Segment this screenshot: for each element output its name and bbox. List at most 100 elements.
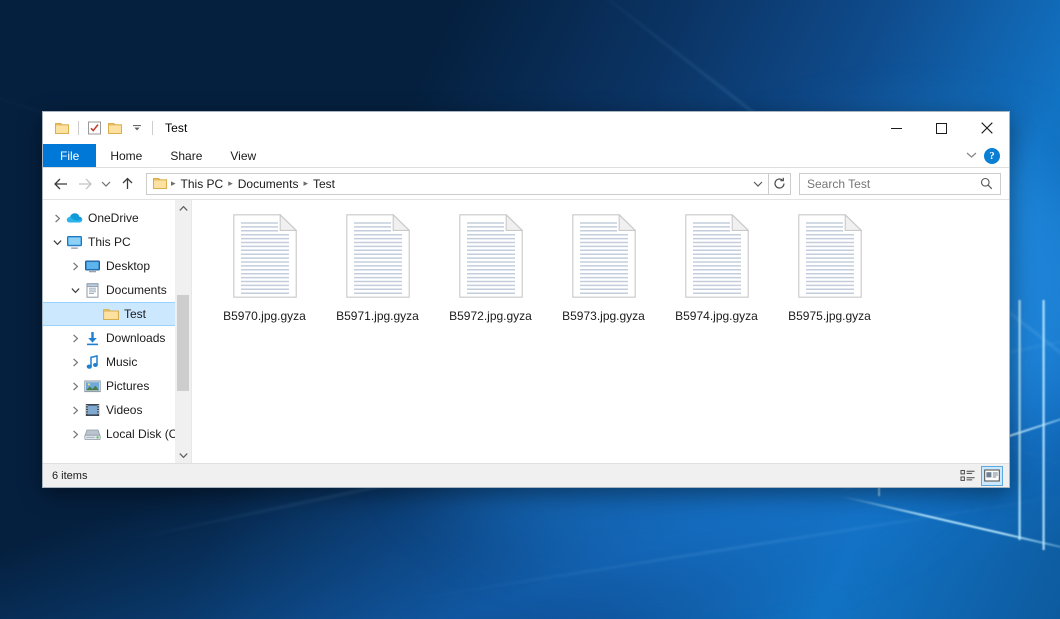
- minimize-button[interactable]: [874, 112, 919, 144]
- breadcrumb[interactable]: ▸ This PC ▸ Documents ▸ Test: [146, 173, 769, 195]
- customize-chevron-icon[interactable]: [126, 118, 147, 139]
- title-separator: [152, 121, 153, 135]
- sidebar-item-label: Desktop: [106, 259, 150, 273]
- generic-file-icon[interactable]: [570, 212, 638, 303]
- toolbar-separator: [78, 121, 79, 135]
- chevron-right-icon[interactable]: [67, 406, 83, 415]
- search-icon[interactable]: [977, 177, 996, 190]
- item-count-label: 6 items: [52, 470, 87, 482]
- chevron-right-icon[interactable]: [67, 382, 83, 391]
- file-item[interactable]: B5973.jpg.gyza: [547, 208, 660, 329]
- wallpaper-logo-line-4: [1018, 300, 1021, 540]
- sidebar-item-videos[interactable]: Videos: [43, 398, 191, 422]
- help-icon[interactable]: ?: [984, 148, 1000, 164]
- file-item[interactable]: B5972.jpg.gyza: [434, 208, 547, 329]
- file-name-label: B5972.jpg.gyza: [449, 309, 532, 323]
- scrollbar-thumb[interactable]: [177, 295, 189, 391]
- sidebar-item-label: Videos: [106, 403, 142, 417]
- navigation-tree: OneDrive This PC Desktop Documents Test Downl…: [43, 200, 191, 446]
- picture-icon: [83, 380, 102, 393]
- sidebar-item-downloads[interactable]: Downloads: [43, 326, 191, 350]
- sidebar-item-label: This PC: [88, 235, 131, 249]
- address-bar-row: ▸ This PC ▸ Documents ▸ Test: [43, 168, 1009, 199]
- sidebar-item-test[interactable]: Test: [43, 302, 191, 326]
- chevron-right-icon[interactable]: [49, 214, 65, 223]
- file-name-label: B5973.jpg.gyza: [562, 309, 645, 323]
- desktop-icon: [83, 259, 102, 273]
- ribbon-tab-strip: File Home Share View ?: [43, 144, 1009, 168]
- chevron-right-icon[interactable]: [67, 262, 83, 271]
- file-item[interactable]: B5970.jpg.gyza: [208, 208, 321, 329]
- folder-icon[interactable]: [52, 118, 73, 139]
- generic-file-icon[interactable]: [457, 212, 525, 303]
- file-name-label: B5974.jpg.gyza: [675, 309, 758, 323]
- tab-file[interactable]: File: [43, 144, 96, 167]
- wallpaper-logo-line-2: [840, 495, 1060, 551]
- chevron-right-icon[interactable]: [67, 430, 83, 439]
- file-item[interactable]: B5971.jpg.gyza: [321, 208, 434, 329]
- search-input[interactable]: [807, 177, 977, 191]
- breadcrumb-path: ▸ This PC ▸ Documents ▸ Test: [170, 177, 749, 191]
- new-folder-icon[interactable]: [105, 118, 126, 139]
- search-box[interactable]: [799, 173, 1001, 195]
- tab-share[interactable]: Share: [156, 144, 216, 167]
- music-icon: [83, 355, 102, 370]
- folder-icon: [101, 308, 120, 321]
- file-item[interactable]: B5975.jpg.gyza: [773, 208, 886, 329]
- video-icon: [83, 403, 102, 417]
- sidebar-item-documents[interactable]: Documents: [43, 278, 191, 302]
- generic-file-icon[interactable]: [344, 212, 412, 303]
- ribbon-right-controls: ?: [966, 144, 1005, 168]
- file-name-label: B5971.jpg.gyza: [336, 309, 419, 323]
- sidebar-item-label: Documents: [106, 283, 167, 297]
- details-view-button[interactable]: [957, 466, 979, 486]
- sidebar-item-this-pc[interactable]: This PC: [43, 230, 191, 254]
- chevron-down-icon[interactable]: [966, 151, 977, 162]
- sidebar-item-onedrive[interactable]: OneDrive: [43, 206, 191, 230]
- tab-view[interactable]: View: [216, 144, 270, 167]
- refresh-button[interactable]: [769, 173, 791, 195]
- sidebar-item-music[interactable]: Music: [43, 350, 191, 374]
- sidebar-item-label: Test: [124, 307, 146, 321]
- large-icons-view-button[interactable]: [981, 466, 1003, 486]
- scroll-up-button[interactable]: [175, 200, 191, 216]
- document-icon: [83, 283, 102, 298]
- title-bar: Test: [43, 112, 1009, 144]
- window-title: Test: [165, 121, 187, 135]
- breadcrumb-item-test[interactable]: Test: [309, 177, 339, 191]
- file-item[interactable]: B5974.jpg.gyza: [660, 208, 773, 329]
- back-button[interactable]: [49, 172, 73, 196]
- breadcrumb-item-documents[interactable]: Documents: [234, 177, 303, 191]
- sidebar-item-pictures[interactable]: Pictures: [43, 374, 191, 398]
- maximize-button[interactable]: [919, 112, 964, 144]
- cloud-icon: [65, 212, 84, 224]
- up-button[interactable]: [115, 172, 139, 196]
- quick-access-toolbar: Test: [43, 118, 187, 139]
- properties-icon[interactable]: [84, 118, 105, 139]
- navigation-scrollbar[interactable]: [175, 200, 191, 463]
- sidebar-item-label: Local Disk (C:): [106, 427, 185, 441]
- chevron-down-icon[interactable]: [67, 287, 83, 294]
- generic-file-icon[interactable]: [231, 212, 299, 303]
- file-list-area[interactable]: B5970.jpg.gyza B5971.jpg.gyza B5972.jpg.gy…: [192, 200, 1009, 463]
- tab-home[interactable]: Home: [96, 144, 156, 167]
- breadcrumb-item-this-pc[interactable]: This PC: [177, 177, 228, 191]
- address-dropdown-icon[interactable]: [749, 180, 766, 188]
- close-button[interactable]: [964, 112, 1009, 144]
- sidebar-item-label: Pictures: [106, 379, 149, 393]
- breadcrumb-folder-icon[interactable]: [152, 177, 170, 190]
- file-grid: B5970.jpg.gyza B5971.jpg.gyza B5972.jpg.gy…: [208, 208, 1009, 329]
- sidebar-item-local-disk-c[interactable]: Local Disk (C:): [43, 422, 191, 446]
- recent-locations-button[interactable]: [97, 172, 115, 196]
- chevron-down-icon[interactable]: [49, 239, 65, 246]
- explorer-body: OneDrive This PC Desktop Documents Test Downl…: [43, 199, 1009, 463]
- sidebar-item-desktop[interactable]: Desktop: [43, 254, 191, 278]
- generic-file-icon[interactable]: [796, 212, 864, 303]
- scroll-down-button[interactable]: [175, 447, 191, 463]
- status-bar: 6 items: [43, 463, 1009, 487]
- generic-file-icon[interactable]: [683, 212, 751, 303]
- forward-button[interactable]: [73, 172, 97, 196]
- chevron-right-icon[interactable]: [67, 358, 83, 367]
- chevron-right-icon[interactable]: [67, 334, 83, 343]
- navigation-pane: OneDrive This PC Desktop Documents Test Downl…: [43, 200, 192, 463]
